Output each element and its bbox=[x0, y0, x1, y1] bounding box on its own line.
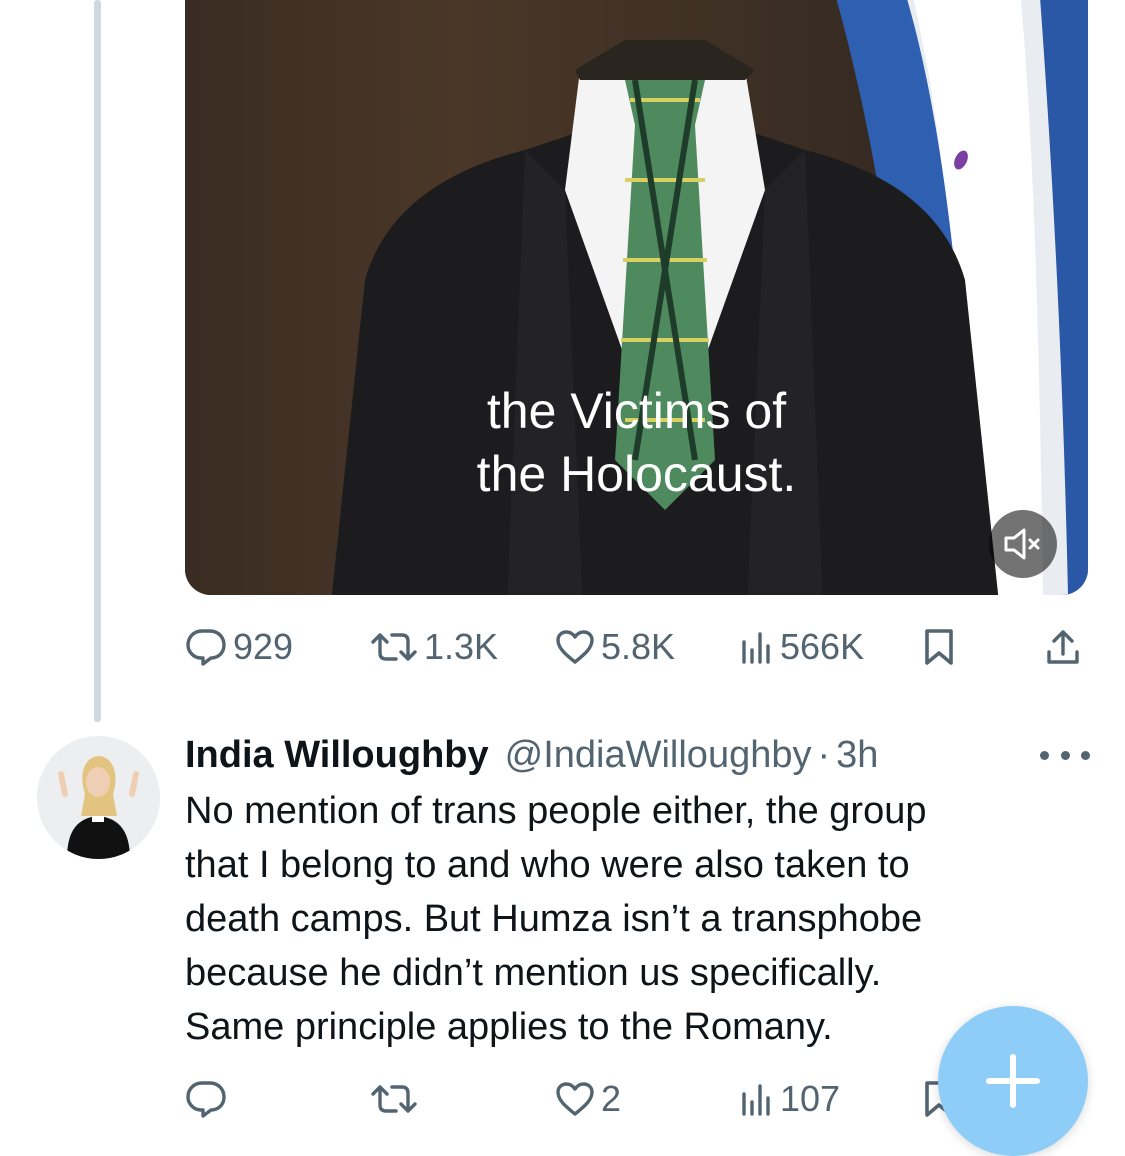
repost-icon bbox=[371, 633, 417, 661]
share-icon bbox=[1047, 630, 1079, 664]
caption-line-1: the Victims of bbox=[486, 383, 787, 439]
reply-text-line: that I belong to and who were also taken… bbox=[185, 844, 910, 886]
post-time[interactable]: 3h bbox=[836, 734, 878, 777]
thread-connector-line bbox=[94, 0, 101, 722]
reply-like-button[interactable]: 2 bbox=[555, 1069, 621, 1129]
like-button[interactable]: 5.8K bbox=[555, 617, 675, 677]
repost-icon bbox=[371, 1085, 417, 1113]
avatar[interactable] bbox=[37, 736, 160, 859]
reply-text: No mention of trans people either, the g… bbox=[185, 784, 1065, 1054]
separator-dot: · bbox=[817, 733, 831, 776]
bookmark-button[interactable] bbox=[923, 617, 955, 677]
tweet-action-bar: 929 1.3K 5.8K 566K bbox=[185, 617, 1085, 677]
views-count: 566K bbox=[780, 626, 865, 667]
author-handle[interactable]: @IndiaWilloughby bbox=[505, 734, 812, 777]
caption-line-2: the Holocaust. bbox=[476, 446, 797, 502]
like-count: 5.8K bbox=[601, 626, 676, 667]
more-icon-dot-2 bbox=[1060, 750, 1070, 760]
video-caption: the Victims of the Holocaust. bbox=[185, 380, 1088, 506]
compose-button[interactable] bbox=[938, 1006, 1088, 1156]
more-options-button[interactable] bbox=[1040, 740, 1090, 770]
reply-text-line: death camps. But Humza isn’t a transphob… bbox=[185, 898, 923, 940]
like-icon bbox=[556, 1082, 594, 1116]
like-icon bbox=[556, 630, 594, 664]
reply-icon bbox=[186, 1081, 226, 1118]
reply-button[interactable]: 929 bbox=[185, 617, 293, 677]
views-button[interactable]: 566K bbox=[740, 617, 864, 677]
views-icon bbox=[742, 1084, 770, 1116]
reply-text-line: because he didn’t mention us specificall… bbox=[185, 952, 882, 994]
author-name[interactable]: India Willoughby bbox=[185, 734, 489, 777]
reply-views-count: 107 bbox=[780, 1078, 841, 1119]
reply-like-count: 2 bbox=[601, 1078, 622, 1119]
repost-button[interactable]: 1.3K bbox=[370, 617, 498, 677]
speaker-figure bbox=[331, 40, 999, 595]
reply-count: 929 bbox=[233, 626, 294, 667]
more-icon-dot-1 bbox=[1040, 750, 1049, 760]
reply-text-line: Same principle applies to the Romany. bbox=[185, 1006, 833, 1048]
share-button[interactable] bbox=[1045, 617, 1081, 677]
views-icon bbox=[742, 632, 770, 664]
reply-text-line: No mention of trans people either, the g… bbox=[185, 790, 927, 832]
avatar-image bbox=[37, 736, 160, 859]
mute-icon bbox=[1004, 528, 1040, 560]
reply-header: India Willoughby @IndiaWilloughby · 3h bbox=[185, 726, 878, 784]
mute-button[interactable] bbox=[989, 510, 1057, 578]
repost-count: 1.3K bbox=[424, 626, 499, 667]
reply-views-button[interactable]: 107 bbox=[740, 1069, 840, 1129]
reply-repost-button[interactable] bbox=[370, 1069, 424, 1129]
compose-plus-icon bbox=[986, 1054, 1040, 1108]
reply-reply-button[interactable] bbox=[185, 1069, 233, 1129]
bookmark-icon bbox=[925, 629, 953, 665]
tweet-video[interactable]: the Victims of the Holocaust. bbox=[185, 0, 1088, 595]
more-icon-dot-3 bbox=[1081, 750, 1090, 760]
reply-icon bbox=[186, 629, 226, 666]
